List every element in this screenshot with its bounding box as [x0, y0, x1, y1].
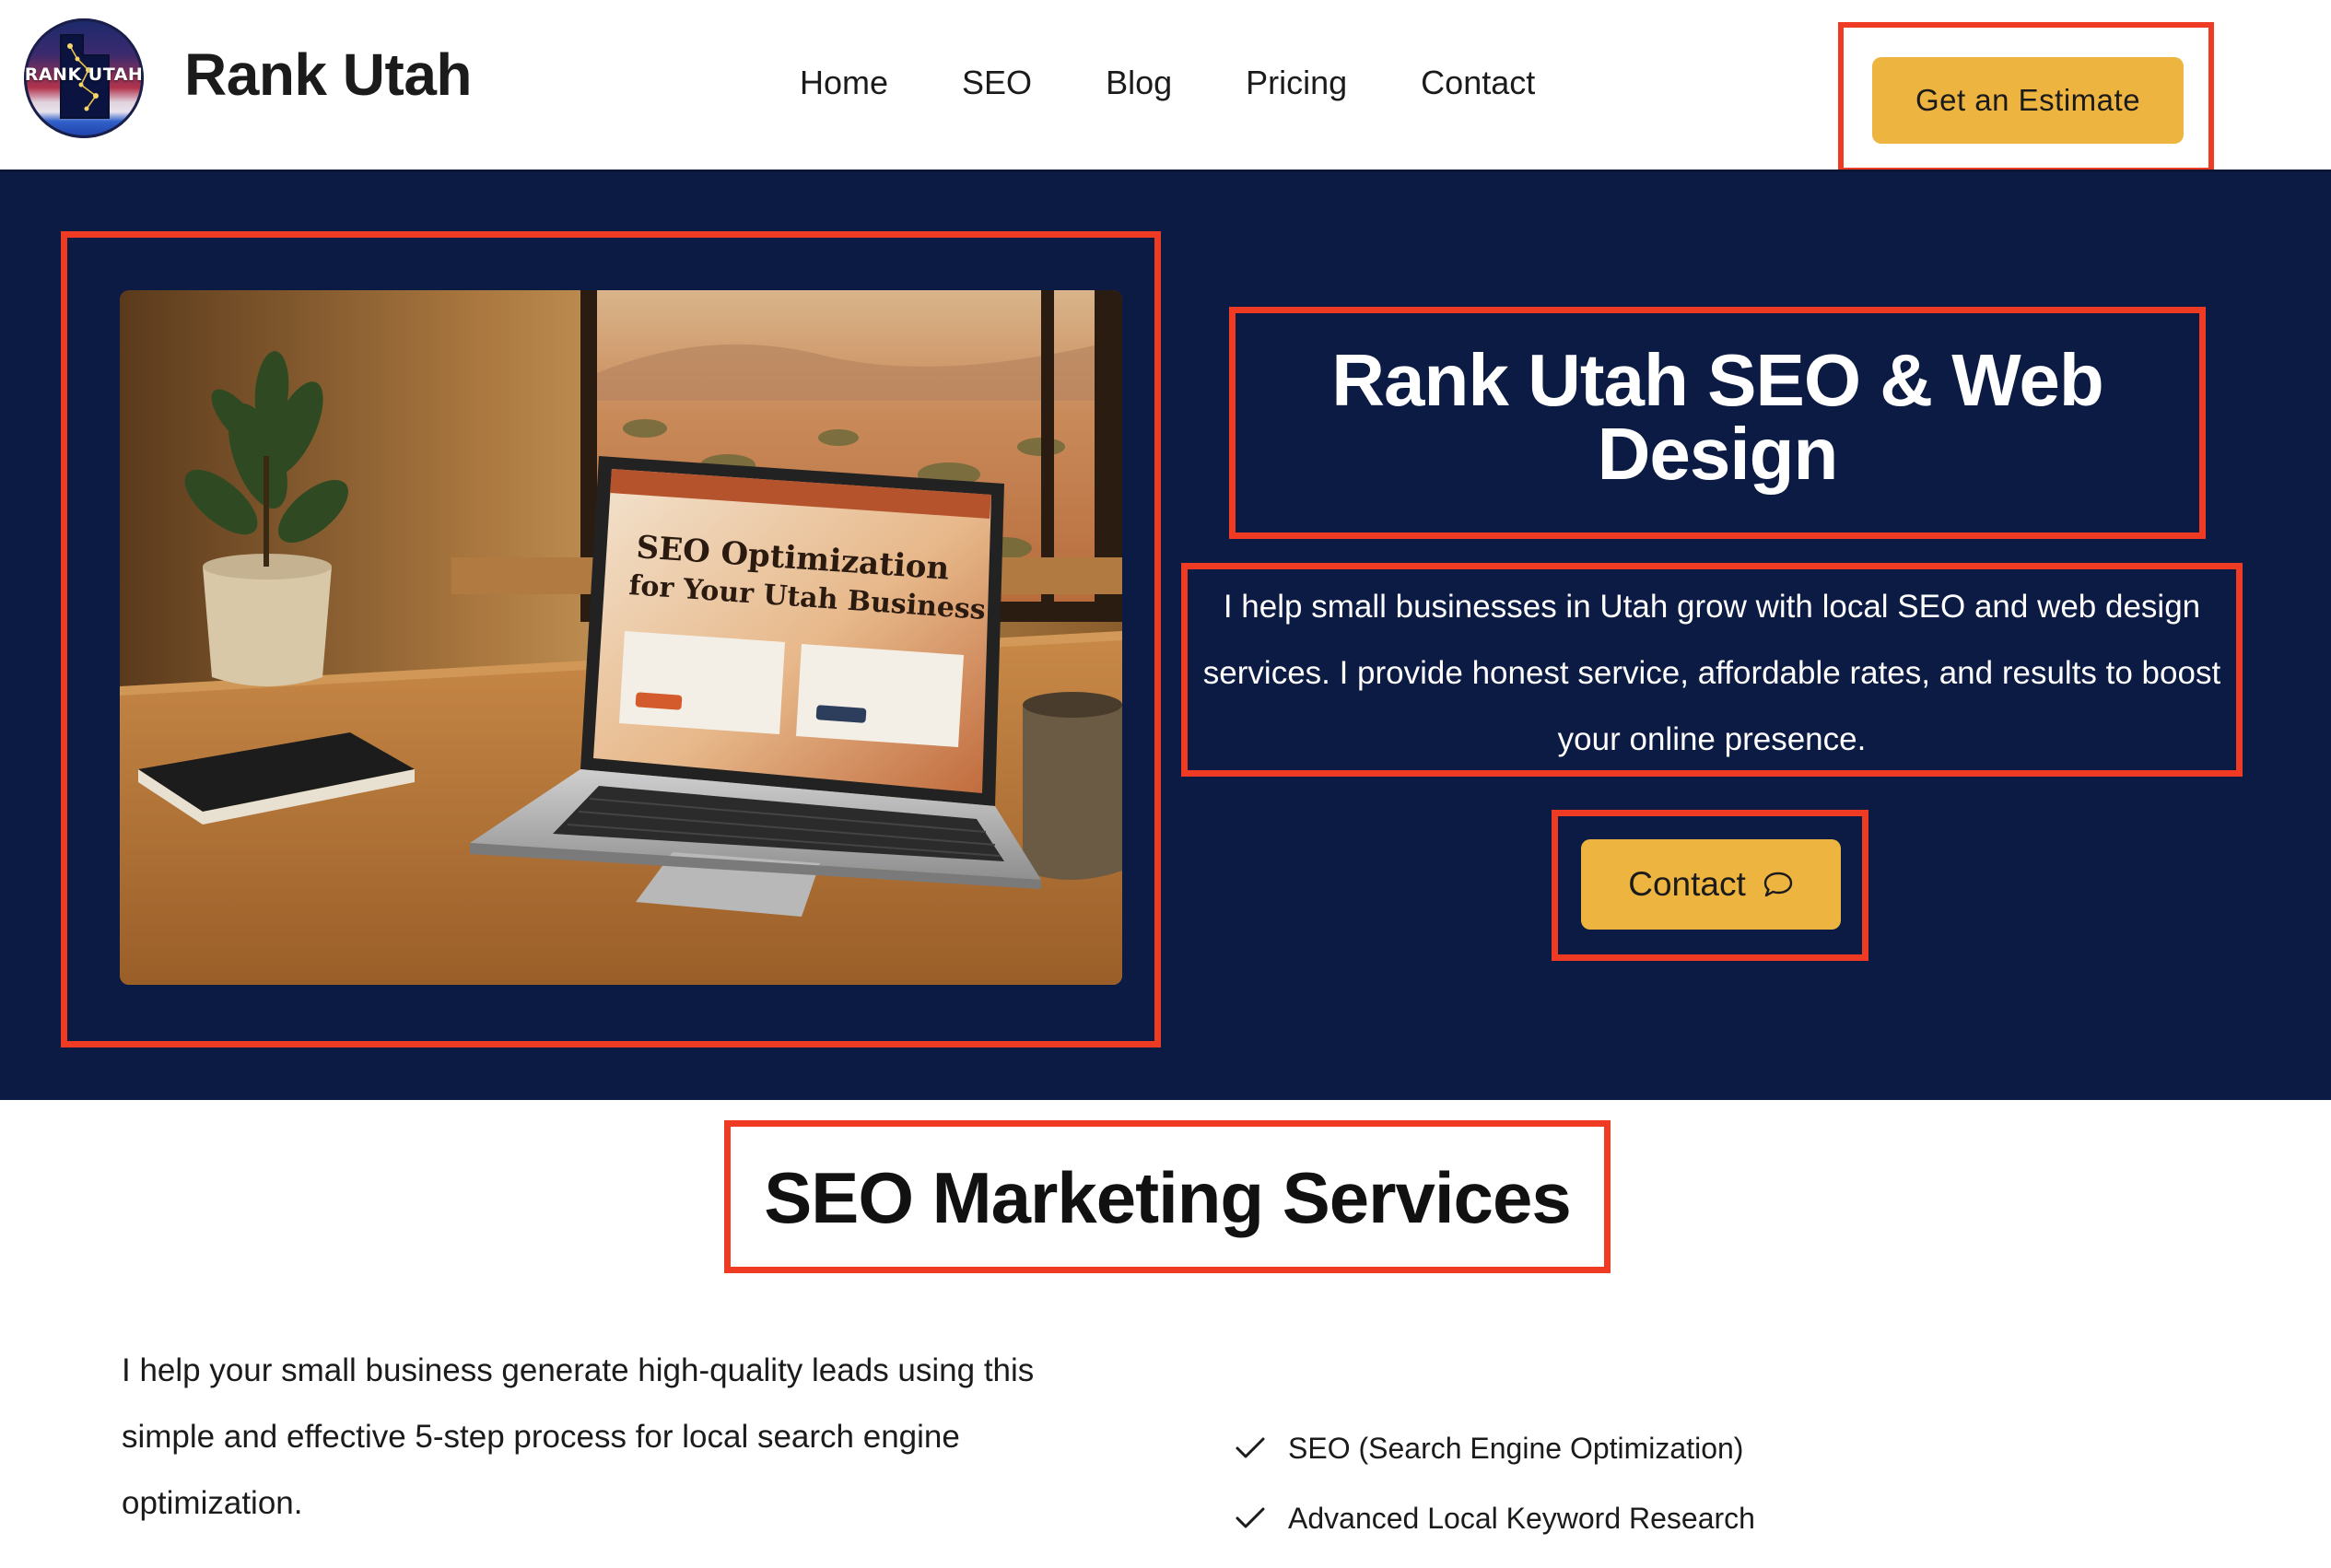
- hero-section: SEO Optimization for Your Utah Business …: [0, 170, 2331, 1100]
- services-title: SEO Marketing Services: [764, 1157, 1571, 1238]
- list-item: Advanced Local Keyword Research: [1235, 1496, 1755, 1540]
- nav-blog[interactable]: Blog: [1106, 63, 1172, 103]
- services-description: I help your small business generate high…: [122, 1352, 1035, 1521]
- checkmark-icon: [1236, 1507, 1265, 1528]
- chat-bubble-icon: [1763, 872, 1792, 897]
- main-nav: Home SEO Blog Pricing Contact: [800, 63, 1535, 103]
- brand-name[interactable]: Rank Utah: [184, 41, 473, 109]
- nav-contact[interactable]: Contact: [1421, 63, 1535, 103]
- get-estimate-button[interactable]: Get an Estimate: [1872, 57, 2184, 144]
- nav-home[interactable]: Home: [800, 63, 888, 103]
- hero-image: SEO Optimization for Your Utah Business: [120, 290, 1122, 985]
- checkmark-icon: [1236, 1437, 1265, 1458]
- service-item-label: Advanced Local Keyword Research: [1288, 1501, 1755, 1535]
- contact-button[interactable]: Contact: [1581, 839, 1841, 930]
- list-item: SEO (Search Engine Optimization): [1235, 1426, 1755, 1470]
- rank-utah-logo[interactable]: RANK UTAH: [24, 18, 144, 138]
- services-list: SEO (Search Engine Optimization) Advance…: [1235, 1426, 1755, 1566]
- logo-text: RANK UTAH: [24, 64, 144, 85]
- service-item-label: SEO (Search Engine Optimization): [1288, 1431, 1744, 1465]
- laptop-desk-illustration: SEO Optimization for Your Utah Business: [120, 290, 1122, 985]
- site-header: RANK UTAH Rank Utah Home SEO Blog Pricin…: [0, 0, 2331, 173]
- contact-button-label: Contact: [1628, 865, 1746, 903]
- hero-title: Rank Utah SEO & Web Design: [1331, 339, 2103, 495]
- hero-description: I help small businesses in Utah grow wit…: [1202, 589, 2221, 757]
- nav-seo[interactable]: SEO: [962, 63, 1032, 103]
- nav-pricing[interactable]: Pricing: [1246, 63, 1347, 103]
